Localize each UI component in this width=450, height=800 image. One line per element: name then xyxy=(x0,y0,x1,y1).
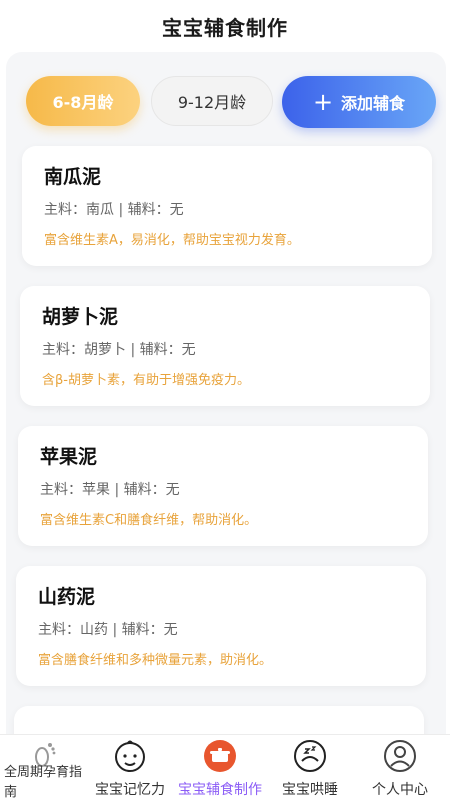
recipe-name: 苹果泥 xyxy=(40,446,98,468)
tab-label: 宝宝哄睡 xyxy=(282,782,338,798)
recipe-ingredients: 主料：苹果 | 辅料：无 xyxy=(40,482,180,498)
title-bar: 宝宝辅食制作 xyxy=(0,0,450,52)
recipe-description: 富含维生素A，易消化，帮助宝宝视力发育。 xyxy=(44,233,300,248)
recipe-name: 南瓜泥 xyxy=(44,166,102,188)
recipe-card[interactable]: 山药泥 主料：山药 | 辅料：无 富含膳食纤维和多种微量元素，助消化。 xyxy=(16,566,426,686)
recipe-name: 胡萝卜泥 xyxy=(42,306,119,328)
tab-profile[interactable]: 个人中心 xyxy=(350,735,450,800)
recipe-card[interactable]: 南瓜泥 主料：南瓜 | 辅料：无 富含维生素A，易消化，帮助宝宝视力发育。 xyxy=(22,146,432,266)
recipe-description: 富含膳食纤维和多种微量元素，助消化。 xyxy=(38,653,273,668)
user-icon xyxy=(383,739,417,773)
add-food-button[interactable]: + 添加辅食 xyxy=(282,76,436,128)
tab-baby-food[interactable]: 宝宝辅食制作 xyxy=(170,735,270,800)
tab-label: 个人中心 xyxy=(372,782,428,798)
recipe-ingredients: 主料：胡萝卜 | 辅料：无 xyxy=(42,342,196,358)
tab-baby-sleep[interactable]: 宝宝哄睡 xyxy=(270,735,350,800)
page-title: 宝宝辅食制作 xyxy=(162,15,288,40)
main-content: 6-8月龄 9-12月龄 + 添加辅食 南瓜泥 主料：南瓜 | 辅料：无 富含维… xyxy=(6,52,446,740)
plus-icon: + xyxy=(312,88,334,116)
tab-baby-memory[interactable]: 宝宝记忆力 xyxy=(90,735,170,800)
recipe-name: 山药泥 xyxy=(38,586,96,608)
recipe-ingredients: 主料：南瓜 | 辅料：无 xyxy=(44,202,184,218)
recipe-card[interactable]: 苹果泥 主料：苹果 | 辅料：无 富含维生素C和膳食纤维，帮助消化。 xyxy=(18,426,428,546)
recipe-description: 含β-胡萝卜素，有助于增强免疫力。 xyxy=(42,373,250,388)
baby-face-icon xyxy=(113,739,147,773)
bottom-tab-bar: 全周期孕育指南 宝宝记忆力 宝宝辅食制作 宝宝哄睡 个人中心 xyxy=(0,734,450,800)
tab-label: 宝宝辅食制作 xyxy=(178,782,262,798)
sleeping-baby-icon xyxy=(293,739,327,773)
cooking-pot-icon xyxy=(203,739,237,773)
add-food-label: 添加辅食 xyxy=(341,94,406,113)
tab-9-12-months[interactable]: 9-12月龄 xyxy=(151,76,273,126)
recipe-card[interactable]: 胡萝卜泥 主料：胡萝卜 | 辅料：无 含β-胡萝卜素，有助于增强免疫力。 xyxy=(20,286,430,406)
tab-label: 全周期孕育指南 xyxy=(4,765,83,800)
age-tabs: 6-8月龄 9-12月龄 + 添加辅食 xyxy=(6,52,446,144)
recipe-ingredients: 主料：山药 | 辅料：无 xyxy=(38,622,178,638)
recipe-description: 富含维生素C和膳食纤维，帮助消化。 xyxy=(40,513,258,528)
tab-label: 宝宝记忆力 xyxy=(95,782,165,798)
tab-pregnancy-guide[interactable]: 全周期孕育指南 xyxy=(0,735,90,800)
tab-6-8-months[interactable]: 6-8月龄 xyxy=(26,76,140,126)
